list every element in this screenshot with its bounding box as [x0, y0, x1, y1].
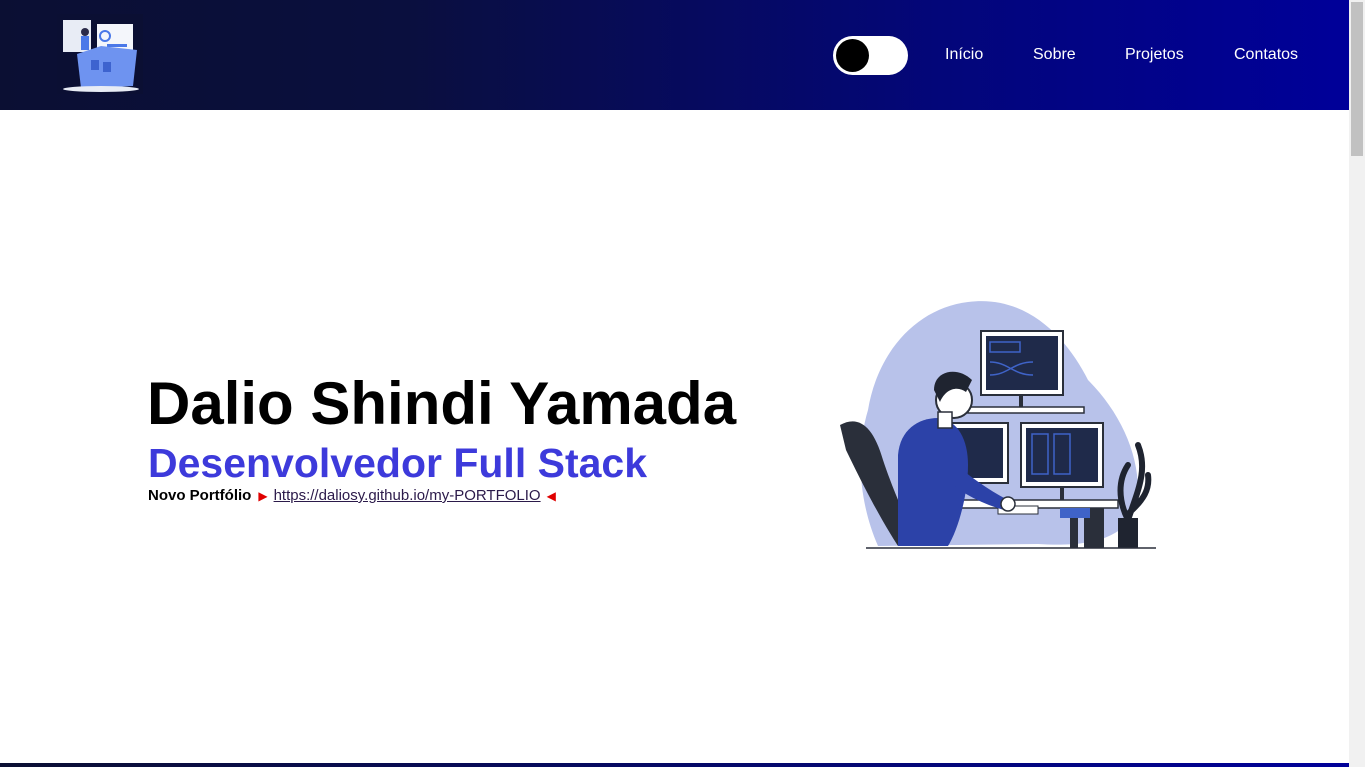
hero-name: Dalio Shindi Yamada: [147, 370, 737, 437]
footer-strip: [0, 763, 1349, 767]
arrow-right-icon: ▶: [258, 489, 268, 503]
portfolio-line: Novo Portfólio ▶ https://daliosy.github.…: [148, 487, 556, 505]
nav-inicio[interactable]: Início: [945, 45, 983, 65]
portfolio-label: Novo Portfólio: [148, 487, 252, 504]
theme-toggle[interactable]: [833, 36, 908, 75]
developer-illustration-icon: [840, 301, 1156, 549]
site-header: Início Sobre Projetos Contatos: [0, 0, 1349, 110]
scroll-thumb[interactable]: [1351, 2, 1363, 156]
nav-sobre[interactable]: Sobre: [1033, 45, 1076, 65]
logo-icon[interactable]: [57, 14, 143, 94]
nav-contatos[interactable]: Contatos: [1234, 45, 1298, 65]
portfolio-link[interactable]: https://daliosy.github.io/my-PORTFOLIO: [274, 487, 541, 505]
toggle-knob: [836, 39, 869, 72]
page-scrollbar[interactable]: [1349, 0, 1365, 767]
arrow-left-icon: ◀: [546, 489, 556, 503]
hero-role: Desenvolvedor Full Stack: [148, 440, 648, 486]
nav-projetos[interactable]: Projetos: [1125, 45, 1184, 65]
